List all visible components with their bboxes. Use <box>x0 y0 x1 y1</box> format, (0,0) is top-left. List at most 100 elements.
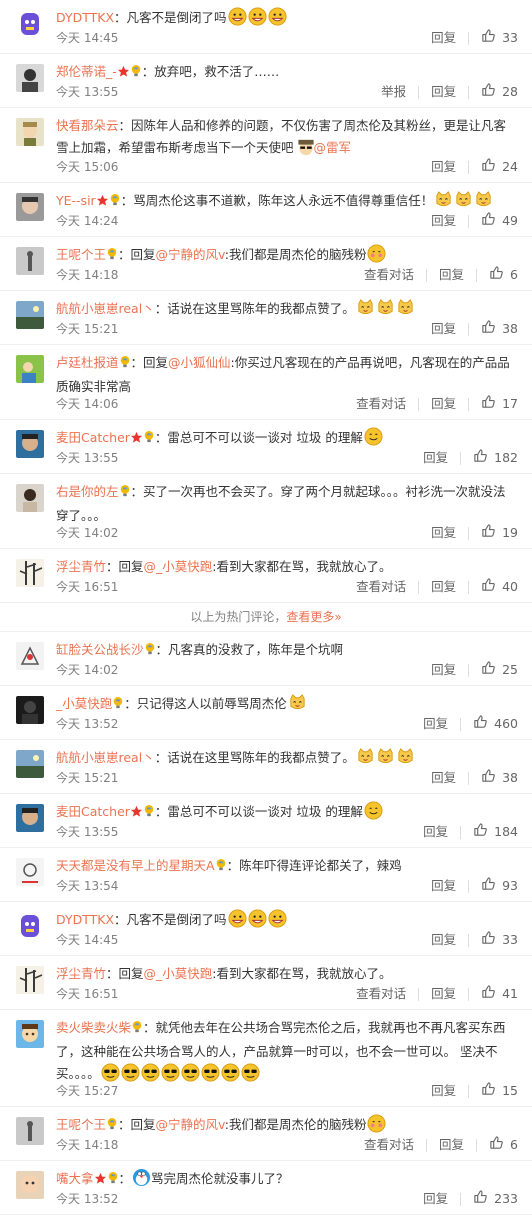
like-button[interactable]: 182 <box>473 448 518 468</box>
reply-button[interactable]: 回复 <box>431 320 456 338</box>
mention-link[interactable]: @雷军 <box>314 140 352 155</box>
like-button[interactable]: 15 <box>481 1081 518 1101</box>
avatar[interactable] <box>16 10 44 38</box>
view-thread-button[interactable]: 查看对话 <box>356 578 406 596</box>
like-button[interactable]: 38 <box>481 319 518 339</box>
like-button[interactable]: 19 <box>481 523 518 543</box>
avatar[interactable] <box>16 430 44 458</box>
like-button[interactable]: 184 <box>473 822 518 842</box>
like-button[interactable]: 6 <box>489 265 518 285</box>
reply-button[interactable]: 回复 <box>431 395 456 413</box>
username-link[interactable]: DYDTTKX <box>56 10 114 25</box>
mention-link[interactable]: @宁静的风v <box>156 1117 225 1132</box>
action-divider <box>418 85 420 99</box>
username-link[interactable]: 卢廷杜报道 <box>56 355 119 370</box>
like-button[interactable]: 41 <box>481 984 518 1004</box>
avatar[interactable] <box>16 804 44 832</box>
username-link[interactable]: 郑伦蒂诺_- <box>56 64 117 79</box>
view-thread-button[interactable]: 查看对话 <box>356 395 406 413</box>
reply-button[interactable]: 回复 <box>423 1190 448 1208</box>
like-button[interactable]: 93 <box>481 876 518 896</box>
username-link[interactable]: 浮尘青竹 <box>56 559 106 574</box>
reply-button[interactable]: 回复 <box>423 715 448 733</box>
star-badge-icon <box>130 429 143 451</box>
reply-button[interactable]: 回复 <box>431 29 456 47</box>
username-link[interactable]: 王呢个王 <box>56 247 106 262</box>
username-link[interactable]: _小莫快跑 <box>56 696 112 711</box>
avatar[interactable] <box>16 301 44 329</box>
username-link[interactable]: 浮尘青竹 <box>56 966 106 981</box>
like-button[interactable]: 28 <box>481 82 518 102</box>
view-more-link[interactable]: 查看更多» <box>286 610 341 624</box>
mention-link[interactable]: @宁静的风v <box>156 247 225 262</box>
reply-button[interactable]: 回复 <box>431 83 456 101</box>
username-link[interactable]: 卖火柴卖火柴 <box>56 1020 131 1035</box>
like-button[interactable]: 33 <box>481 930 518 950</box>
like-button[interactable]: 49 <box>481 211 518 231</box>
avatar[interactable] <box>16 484 44 512</box>
mention-link[interactable]: @_小莫快跑 <box>144 966 213 981</box>
reply-button[interactable]: 回复 <box>431 769 456 787</box>
username-link[interactable]: 麦田Catcher <box>56 804 130 819</box>
view-thread-button[interactable]: 查看对话 <box>356 985 406 1003</box>
avatar[interactable] <box>16 696 44 724</box>
reply-button[interactable]: 回复 <box>423 449 448 467</box>
avatar[interactable] <box>16 1117 44 1145</box>
username-link[interactable]: DYDTTKX <box>56 912 114 927</box>
like-button[interactable]: 33 <box>481 28 518 48</box>
avatar[interactable] <box>16 966 44 994</box>
avatar[interactable] <box>16 1171 44 1199</box>
avatar[interactable] <box>16 858 44 886</box>
avatar[interactable] <box>16 355 44 383</box>
cool-emoji-icon <box>181 1063 200 1082</box>
username-link[interactable]: 嘴大拿 <box>56 1171 94 1186</box>
like-count: 15 <box>502 1083 518 1098</box>
like-button[interactable]: 6 <box>489 1135 518 1155</box>
report-button[interactable]: 举报 <box>381 83 406 101</box>
reply-button[interactable]: 回复 <box>423 823 448 841</box>
reply-button[interactable]: 回复 <box>431 985 456 1003</box>
like-button[interactable]: 38 <box>481 768 518 788</box>
comment-actions: 回复 460 <box>423 715 518 733</box>
avatar[interactable] <box>16 1020 44 1048</box>
mention-link[interactable]: @_小莫快跑 <box>144 559 213 574</box>
username-link[interactable]: 王呢个王 <box>56 1117 106 1132</box>
avatar[interactable] <box>16 750 44 778</box>
reply-button[interactable]: 回复 <box>431 661 456 679</box>
username-link[interactable]: 快看那朵云 <box>56 118 119 133</box>
like-button[interactable]: 17 <box>481 394 518 414</box>
username-link[interactable]: YE--sir <box>56 193 96 208</box>
like-button[interactable]: 40 <box>481 577 518 597</box>
mention-link[interactable]: @小狐仙仙 <box>168 355 231 370</box>
username-link[interactable]: 缸脸关公战长沙 <box>56 642 144 657</box>
reply-button[interactable]: 回复 <box>431 212 456 230</box>
reply-button[interactable]: 回复 <box>439 266 464 284</box>
view-thread-button[interactable]: 查看对话 <box>364 266 414 284</box>
comment-meta: 今天 14:18 查看对话 回复 6 <box>56 266 518 284</box>
like-button[interactable]: 460 <box>473 714 518 734</box>
comment-text: 卖火柴卖火柴 ：就凭他去年在公共场合骂完杰伦之后，我就再也不再凡客买东西了，这种能… <box>56 1017 518 1085</box>
username-link[interactable]: 右是你的左 <box>56 484 119 499</box>
username-link[interactable]: 天天都是没有早上的星期天A <box>56 858 215 873</box>
reply-button[interactable]: 回复 <box>439 1136 464 1154</box>
reply-button[interactable]: 回复 <box>431 524 456 542</box>
avatar[interactable] <box>16 193 44 221</box>
reply-button[interactable]: 回复 <box>431 1082 456 1100</box>
like-button[interactable]: 25 <box>481 660 518 680</box>
avatar[interactable] <box>16 64 44 92</box>
reply-button[interactable]: 回复 <box>431 158 456 176</box>
avatar[interactable] <box>16 247 44 275</box>
avatar[interactable] <box>16 118 44 146</box>
like-button[interactable]: 233 <box>473 1189 518 1209</box>
avatar[interactable] <box>16 559 44 587</box>
reply-button[interactable]: 回复 <box>431 877 456 895</box>
reply-button[interactable]: 回复 <box>431 578 456 596</box>
reply-button[interactable]: 回复 <box>431 931 456 949</box>
avatar[interactable] <box>16 642 44 670</box>
like-button[interactable]: 24 <box>481 157 518 177</box>
username-link[interactable]: 航航小崽崽real丶 <box>56 750 155 765</box>
username-link[interactable]: 航航小崽崽real丶 <box>56 301 155 316</box>
avatar[interactable] <box>16 912 44 940</box>
view-thread-button[interactable]: 查看对话 <box>364 1136 414 1154</box>
username-link[interactable]: 麦田Catcher <box>56 430 130 445</box>
